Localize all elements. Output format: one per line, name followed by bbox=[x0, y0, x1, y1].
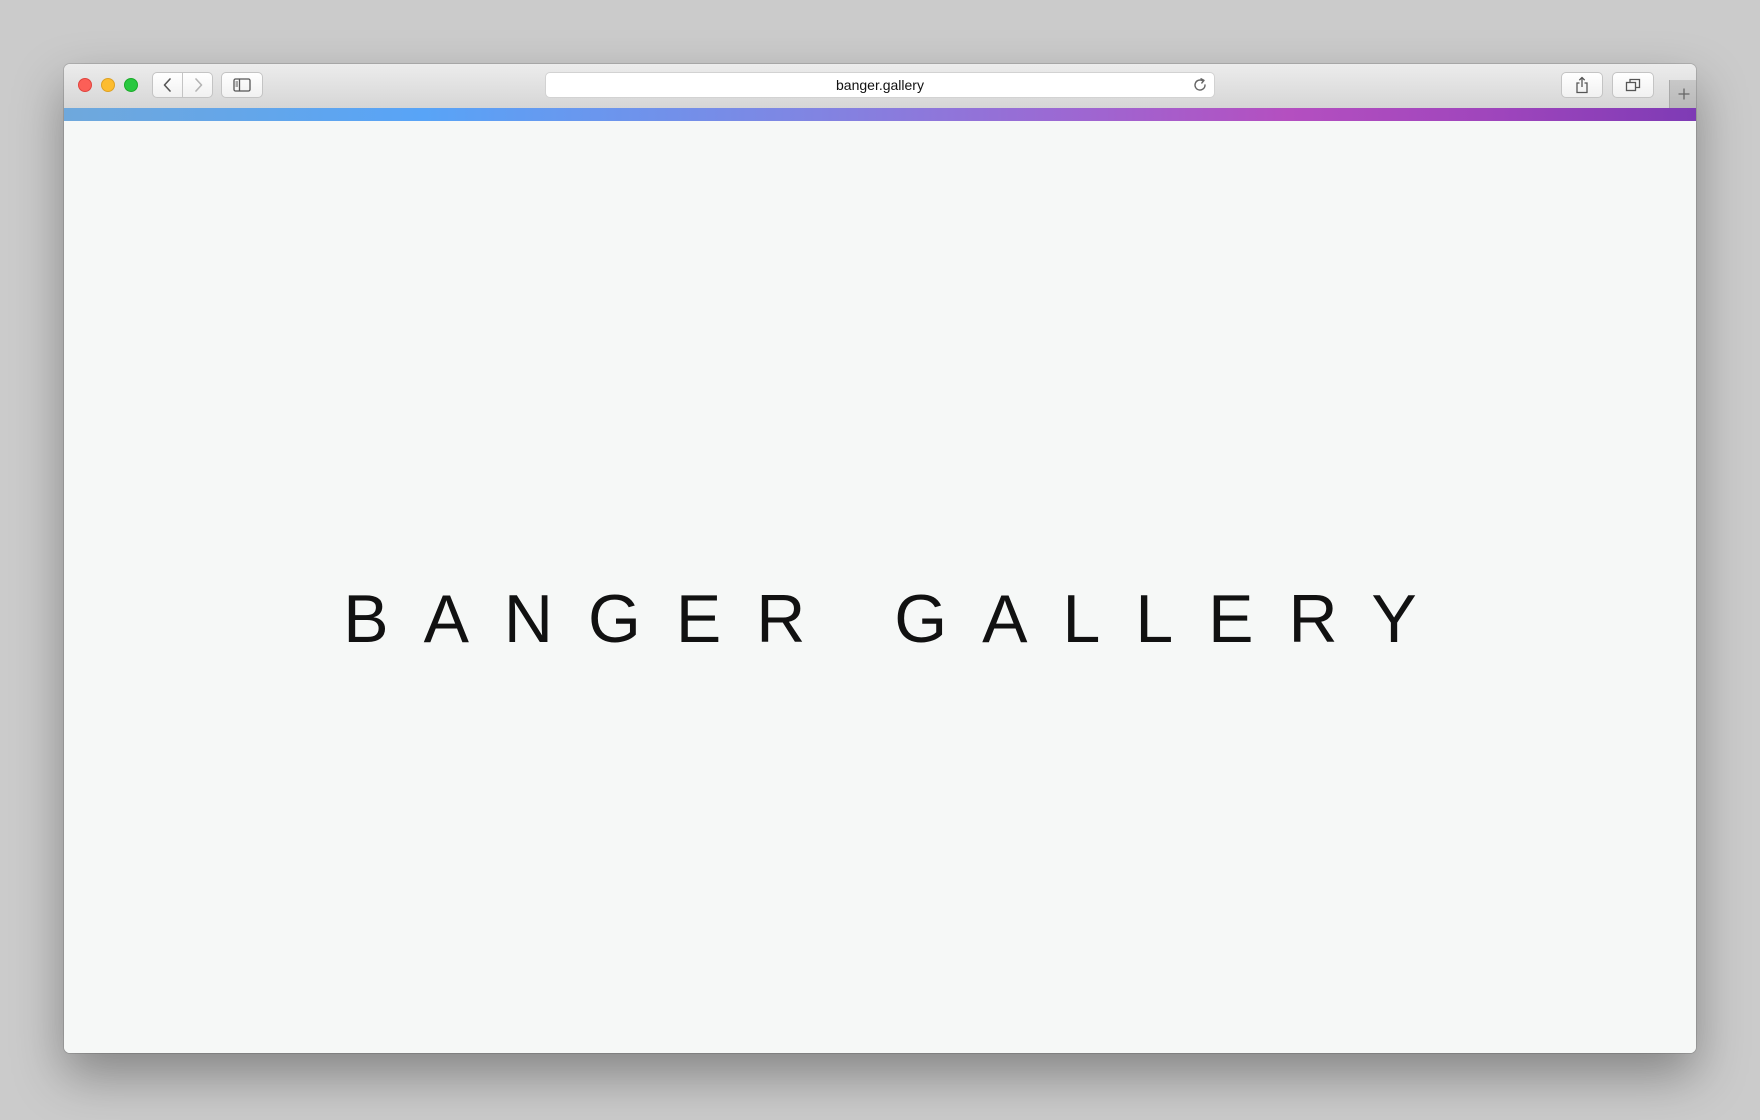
sidebar-toggle-button[interactable] bbox=[221, 72, 263, 98]
browser-toolbar: banger.gallery bbox=[64, 64, 1696, 109]
page-content: BANGER GALLERY bbox=[64, 121, 1696, 1053]
share-icon bbox=[1576, 76, 1588, 94]
chevron-right-icon bbox=[194, 78, 202, 92]
browser-window: banger.gallery BANGER GALLERY bbox=[64, 64, 1696, 1053]
share-button[interactable] bbox=[1561, 72, 1603, 98]
address-url[interactable]: banger.gallery bbox=[546, 73, 1214, 97]
minimize-window-button[interactable] bbox=[101, 78, 115, 92]
address-bar[interactable]: banger.gallery bbox=[545, 72, 1215, 98]
sidebar-icon bbox=[233, 78, 251, 92]
tabs-overview-icon bbox=[1625, 78, 1641, 92]
desktop: banger.gallery BANGER GALLERY bbox=[0, 0, 1760, 1120]
plus-icon bbox=[1678, 88, 1689, 100]
chevron-left-icon bbox=[163, 78, 171, 92]
new-tab-button[interactable] bbox=[1669, 80, 1696, 108]
forward-button[interactable] bbox=[182, 72, 213, 98]
page-load-progress-bar bbox=[64, 108, 1696, 121]
back-button[interactable] bbox=[152, 72, 183, 98]
reload-icon[interactable] bbox=[1192, 77, 1208, 93]
close-window-button[interactable] bbox=[78, 78, 92, 92]
site-title: BANGER GALLERY bbox=[343, 580, 1452, 657]
maximize-window-button[interactable] bbox=[124, 78, 138, 92]
tab-overview-button[interactable] bbox=[1612, 72, 1654, 98]
